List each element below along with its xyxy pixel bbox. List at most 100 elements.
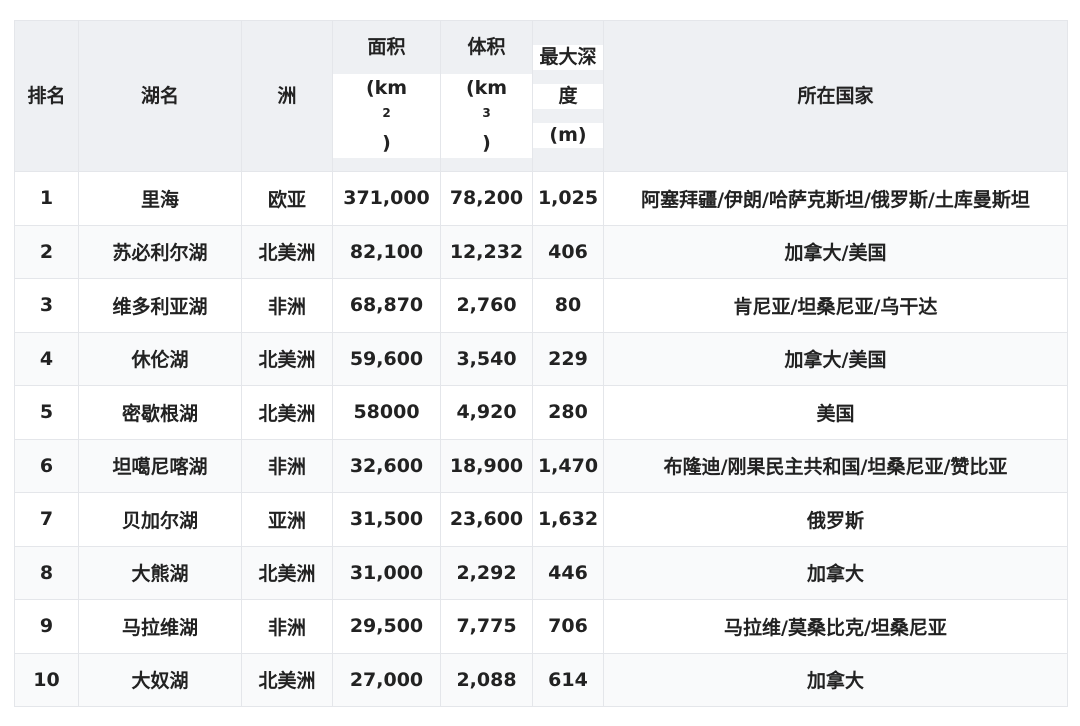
table-body: 1 里海 欧亚 371,000 78,200 1,025 阿塞拜疆/伊朗/哈萨克… — [14, 171, 1068, 707]
cell-area: 82,100 — [332, 224, 441, 279]
cell-countries: 马拉维/莫桑比克/坦桑尼亚 — [603, 599, 1068, 654]
cell-continent: 北美洲 — [241, 331, 333, 386]
cell-volume: 23,600 — [440, 492, 533, 547]
cell-rank: 8 — [14, 545, 79, 600]
cell-max-depth: 80 — [532, 278, 604, 333]
cell-area: 68,870 — [332, 278, 441, 333]
cell-countries: 肯尼亚/坦桑尼亚/乌干达 — [603, 278, 1068, 333]
cell-rank: 5 — [14, 385, 79, 440]
header-lake-name: 湖名 — [78, 20, 242, 172]
cell-volume: 78,200 — [440, 171, 533, 226]
header-volume-label: 体积 — [467, 35, 506, 58]
header-volume: 体积 (km 3) — [440, 20, 533, 172]
lakes-table: 排名 湖名 洲 面积 (km 2) 体积 (km 3) 最大深 度 (m) 所在… — [14, 20, 1068, 707]
cell-lake-name: 维多利亚湖 — [78, 278, 242, 333]
cell-lake-name: 苏必利尔湖 — [78, 224, 242, 279]
header-depth-line2: 度 — [533, 83, 603, 109]
cell-max-depth: 614 — [532, 652, 604, 707]
table-row: 8 大熊湖 北美洲 31,000 2,292 446 加拿大 — [14, 545, 1068, 600]
cell-continent: 欧亚 — [241, 171, 333, 226]
table-row: 1 里海 欧亚 371,000 78,200 1,025 阿塞拜疆/伊朗/哈萨克… — [14, 171, 1068, 226]
cell-countries: 美国 — [603, 385, 1068, 440]
cell-volume: 2,292 — [440, 545, 533, 600]
header-area-unit-sup: 2 — [382, 105, 391, 120]
cell-volume: 2,760 — [440, 278, 533, 333]
cell-rank: 10 — [14, 652, 79, 707]
table-row: 2 苏必利尔湖 北美洲 82,100 12,232 406 加拿大/美国 — [14, 224, 1068, 279]
table-row: 4 休伦湖 北美洲 59,600 3,540 229 加拿大/美国 — [14, 331, 1068, 386]
cell-rank: 2 — [14, 224, 79, 279]
cell-max-depth: 229 — [532, 331, 604, 386]
cell-area: 59,600 — [332, 331, 441, 386]
cell-max-depth: 406 — [532, 224, 604, 279]
cell-area: 29,500 — [332, 599, 441, 654]
cell-lake-name: 里海 — [78, 171, 242, 226]
cell-countries: 布隆迪/刚果民主共和国/坦桑尼亚/赞比亚 — [603, 438, 1068, 493]
cell-volume: 7,775 — [440, 599, 533, 654]
cell-rank: 3 — [14, 278, 79, 333]
header-area-label: 面积 — [367, 35, 406, 58]
header-depth-line1: 最大深 — [533, 44, 603, 70]
cell-rank: 9 — [14, 599, 79, 654]
cell-area: 31,000 — [332, 545, 441, 600]
header-countries: 所在国家 — [603, 20, 1068, 172]
cell-volume: 3,540 — [440, 331, 533, 386]
cell-countries: 加拿大/美国 — [603, 224, 1068, 279]
cell-volume: 18,900 — [440, 438, 533, 493]
cell-max-depth: 446 — [532, 545, 604, 600]
table-row: 5 密歇根湖 北美洲 58000 4,920 280 美国 — [14, 385, 1068, 440]
cell-lake-name: 贝加尔湖 — [78, 492, 242, 547]
cell-area: 58000 — [332, 385, 441, 440]
cell-lake-name: 马拉维湖 — [78, 599, 242, 654]
header-rank: 排名 — [14, 20, 79, 172]
cell-continent: 非洲 — [241, 438, 333, 493]
table-row: 6 坦噶尼喀湖 非洲 32,600 18,900 1,470 布隆迪/刚果民主共… — [14, 438, 1068, 493]
cell-max-depth: 706 — [532, 599, 604, 654]
cell-area: 32,600 — [332, 438, 441, 493]
table-row: 10 大奴湖 北美洲 27,000 2,088 614 加拿大 — [14, 652, 1068, 707]
cell-lake-name: 大奴湖 — [78, 652, 242, 707]
header-volume-unit-sup: 3 — [482, 105, 491, 120]
header-volume-unit: (km 3) — [441, 73, 532, 158]
table-row: 9 马拉维湖 非洲 29,500 7,775 706 马拉维/莫桑比克/坦桑尼亚 — [14, 599, 1068, 654]
cell-continent: 北美洲 — [241, 385, 333, 440]
header-volume-unit-suffix: ) — [482, 131, 491, 154]
cell-area: 27,000 — [332, 652, 441, 707]
table-row: 3 维多利亚湖 非洲 68,870 2,760 80 肯尼亚/坦桑尼亚/乌干达 — [14, 278, 1068, 333]
table-row: 7 贝加尔湖 亚洲 31,500 23,600 1,632 俄罗斯 — [14, 492, 1068, 547]
cell-lake-name: 密歇根湖 — [78, 385, 242, 440]
cell-rank: 6 — [14, 438, 79, 493]
cell-area: 31,500 — [332, 492, 441, 547]
cell-countries: 加拿大 — [603, 545, 1068, 600]
cell-continent: 北美洲 — [241, 224, 333, 279]
cell-countries: 加拿大 — [603, 652, 1068, 707]
cell-max-depth: 1,632 — [532, 492, 604, 547]
cell-lake-name: 大熊湖 — [78, 545, 242, 600]
header-area-unit-prefix: (km — [365, 76, 408, 99]
cell-rank: 7 — [14, 492, 79, 547]
header-area-unit: (km 2) — [333, 73, 440, 158]
cell-max-depth: 280 — [532, 385, 604, 440]
lakes-table-container: 排名 湖名 洲 面积 (km 2) 体积 (km 3) 最大深 度 (m) 所在… — [14, 20, 1068, 707]
cell-continent: 亚洲 — [241, 492, 333, 547]
cell-rank: 4 — [14, 331, 79, 386]
cell-countries: 俄罗斯 — [603, 492, 1068, 547]
cell-max-depth: 1,470 — [532, 438, 604, 493]
cell-volume: 4,920 — [440, 385, 533, 440]
cell-continent: 北美洲 — [241, 545, 333, 600]
cell-volume: 2,088 — [440, 652, 533, 707]
cell-countries: 阿塞拜疆/伊朗/哈萨克斯坦/俄罗斯/土库曼斯坦 — [603, 171, 1068, 226]
header-area-unit-suffix: ) — [382, 131, 391, 154]
cell-continent: 北美洲 — [241, 652, 333, 707]
table-header: 排名 湖名 洲 面积 (km 2) 体积 (km 3) 最大深 度 (m) 所在… — [14, 20, 1068, 172]
header-volume-unit-prefix: (km — [465, 76, 508, 99]
cell-continent: 非洲 — [241, 278, 333, 333]
header-depth-line3: (m) — [533, 122, 603, 148]
header-row: 排名 湖名 洲 面积 (km 2) 体积 (km 3) 最大深 度 (m) 所在… — [14, 20, 1068, 172]
header-area: 面积 (km 2) — [332, 20, 441, 172]
header-max-depth: 最大深 度 (m) — [532, 20, 604, 172]
cell-countries: 加拿大/美国 — [603, 331, 1068, 386]
cell-continent: 非洲 — [241, 599, 333, 654]
cell-area: 371,000 — [332, 171, 441, 226]
cell-max-depth: 1,025 — [532, 171, 604, 226]
